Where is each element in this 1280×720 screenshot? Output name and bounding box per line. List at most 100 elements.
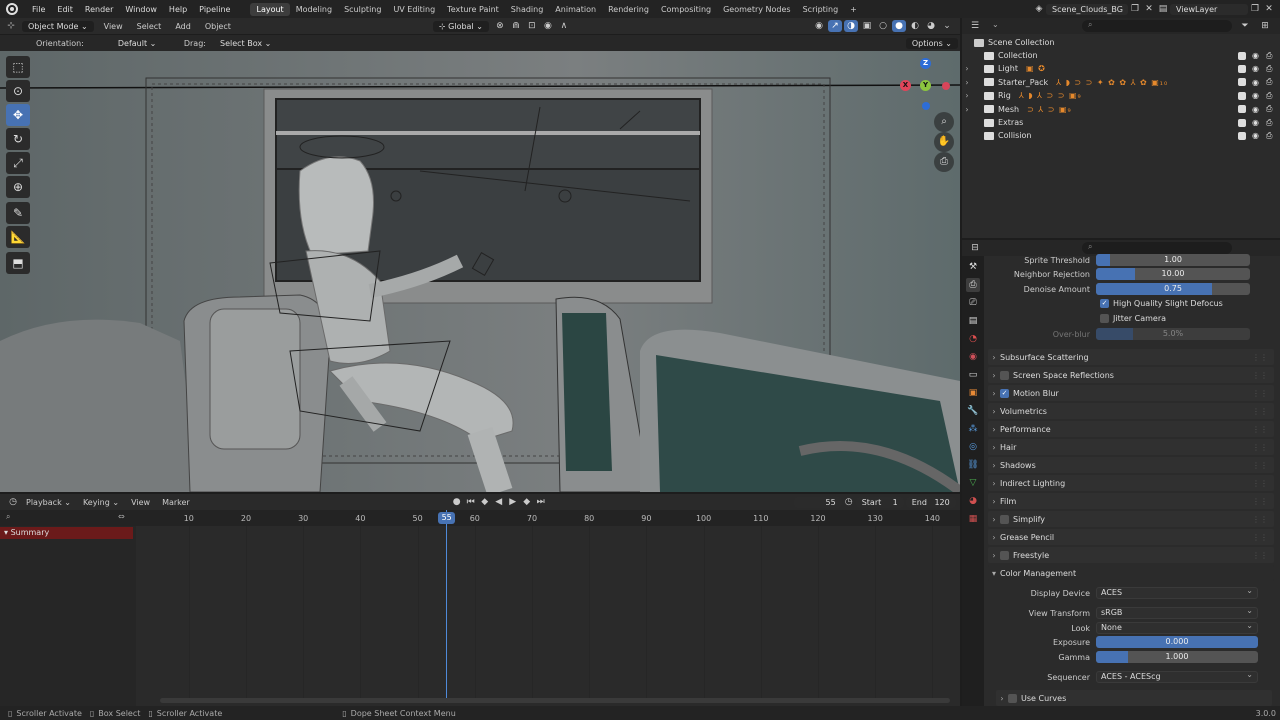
panel-indirect-lighting[interactable]: › Indirect Lighting ⋮⋮	[988, 475, 1274, 491]
panel-grip-icon[interactable]: ⋮⋮	[1252, 461, 1268, 470]
neighbor-rejection-slider[interactable]: 10.00	[1096, 268, 1250, 280]
panel-grip-icon[interactable]: ⋮⋮	[1252, 443, 1268, 452]
workspace-tab-rendering[interactable]: Rendering	[602, 3, 655, 16]
timeline-view-menu[interactable]: View	[125, 498, 156, 507]
jump-start-icon[interactable]: ⏮	[464, 496, 478, 508]
copy-scene-icon[interactable]: ❐	[1128, 3, 1142, 15]
select-box-tool-icon[interactable]: ⬚	[6, 56, 30, 78]
panel-use-curves[interactable]: › Use Curves	[996, 690, 1272, 706]
panel-screen-space-reflections[interactable]: › Screen Space Reflections ⋮⋮	[988, 367, 1274, 383]
eye-icon[interactable]: ◉	[1252, 64, 1259, 73]
panel-grip-icon[interactable]: ⋮⋮	[1252, 497, 1268, 506]
pan-hand-icon[interactable]: ✋	[934, 132, 954, 152]
gizmo-toggle-icon[interactable]: ↗	[828, 20, 842, 32]
workspace-tab-uv-editing[interactable]: UV Editing	[387, 3, 441, 16]
workspace-tab-scripting[interactable]: Scripting	[797, 3, 845, 16]
play-reverse-icon[interactable]: ◀	[492, 496, 506, 508]
shading-solid-icon[interactable]: ●	[892, 20, 906, 32]
panel-shadows[interactable]: › Shadows ⋮⋮	[988, 457, 1274, 473]
timeline-editor-icon[interactable]: ◷	[6, 496, 20, 508]
panel-color-management[interactable]: ▾ Color Management	[988, 565, 1274, 581]
editor-type-icon[interactable]: ⊹	[4, 20, 18, 32]
workspace-tab-shading[interactable]: Shading	[505, 3, 550, 16]
xray-icon[interactable]: ▣	[860, 20, 874, 32]
workspace-tab-texture-paint[interactable]: Texture Paint	[441, 3, 505, 16]
expand-arrow-icon[interactable]: ›	[962, 91, 972, 100]
rotate-tool-icon[interactable]: ↻	[6, 128, 30, 150]
panel-hair[interactable]: › Hair ⋮⋮	[988, 439, 1274, 455]
particles-tab-icon[interactable]: ⁂	[966, 422, 980, 436]
end-frame-field[interactable]: End 120	[905, 496, 956, 508]
snap-target-icon[interactable]: ⊡	[525, 20, 539, 32]
eye-icon[interactable]: ◉	[1252, 131, 1259, 140]
shading-wireframe-icon[interactable]: ○	[876, 20, 890, 32]
measure-tool-icon[interactable]: 📐	[6, 226, 30, 248]
filter-search-icon[interactable]: ⌕	[6, 512, 10, 522]
camera-render-icon[interactable]: ⎙	[1266, 118, 1272, 128]
falloff-icon[interactable]: ∧	[557, 20, 571, 32]
move-tool-icon[interactable]: ✥	[6, 104, 30, 126]
panel-simplify[interactable]: › Simplify ⋮⋮	[988, 511, 1274, 527]
eye-icon[interactable]: ◉	[1252, 78, 1259, 87]
timeline-marker-menu[interactable]: Marker	[156, 498, 196, 507]
modifiers-tab-icon[interactable]: 🔧	[966, 404, 980, 418]
dope-sheet-area[interactable]	[0, 526, 960, 706]
collection-tab-icon[interactable]: ▭	[966, 368, 980, 382]
prev-keyframe-icon[interactable]: ◆	[478, 496, 492, 508]
play-icon[interactable]: ▶	[506, 496, 520, 508]
shading-rendered-icon[interactable]: ◕	[924, 20, 938, 32]
texture-tab-icon[interactable]: ▦	[966, 512, 980, 526]
view-layer-tab-icon[interactable]: ▤	[966, 314, 980, 328]
gizmo-y-axis[interactable]: Y	[920, 80, 931, 91]
workspace-tab-layout[interactable]: Layout	[250, 2, 290, 16]
sprite-threshold-slider[interactable]: 1.00	[1096, 254, 1250, 266]
exclude-checkbox[interactable]	[1238, 64, 1246, 73]
over-blur-slider[interactable]: 5.0%	[1096, 328, 1250, 340]
timeline-scrollbar[interactable]	[160, 698, 950, 703]
exclude-checkbox[interactable]	[1238, 118, 1246, 127]
channel-resize-icon[interactable]: ⇔	[118, 512, 125, 521]
tool-tab-icon[interactable]: ⚒	[966, 260, 980, 274]
outliner-row[interactable]: Collection ◉ ⎙	[962, 49, 1280, 62]
summary-channel[interactable]: ▾ Summary	[0, 527, 133, 539]
next-keyframe-icon[interactable]: ◆	[520, 496, 534, 508]
outliner-row-scene-collection[interactable]: Scene Collection	[962, 36, 1280, 49]
workspace-tab-modeling[interactable]: Modeling	[290, 3, 338, 16]
camera-view-icon[interactable]: ⎙	[934, 152, 954, 172]
outliner-row[interactable]: › Light ▣ ✪ ◉ ⎙	[962, 62, 1280, 75]
scale-tool-icon[interactable]: ⤢	[6, 152, 30, 174]
menu-file[interactable]: File	[26, 5, 51, 14]
panel-volumetrics[interactable]: › Volumetrics ⋮⋮	[988, 403, 1274, 419]
panel-subsurface-scattering[interactable]: › Subsurface Scattering ⋮⋮	[988, 349, 1274, 365]
physics-tab-icon[interactable]: ◎	[966, 440, 980, 454]
panel-grip-icon[interactable]: ⋮⋮	[1252, 407, 1268, 416]
world-tab-icon[interactable]: ◉	[966, 350, 980, 364]
camera-render-icon[interactable]: ⎙	[1266, 104, 1272, 114]
timeline-keying-menu[interactable]: Keying ⌄	[77, 498, 125, 507]
panel-motion-blur[interactable]: › ✓ Motion Blur ⋮⋮	[988, 385, 1274, 401]
cursor-tool-icon[interactable]: ⊙	[6, 80, 30, 102]
panel-checkbox[interactable]: ✓	[1000, 388, 1009, 398]
camera-render-icon[interactable]: ⎙	[1266, 91, 1272, 101]
menu-pipeline[interactable]: Pipeline	[193, 5, 236, 14]
menu-object[interactable]: Object	[199, 22, 237, 31]
remove-scene-icon[interactable]: ✕	[1142, 3, 1156, 15]
outliner-row[interactable]: › Rig ⅄ ◗ ⅄ ⊃ ⊃ ▣₉ ◉ ⎙	[962, 89, 1280, 102]
outliner-search-input[interactable]: ⌕	[1082, 20, 1232, 32]
panel-grip-icon[interactable]: ⋮⋮	[1252, 353, 1268, 362]
options-dropdown[interactable]: Options ⌄	[905, 37, 958, 49]
high-quality-defocus-row[interactable]: ✓ High Quality Slight Defocus	[990, 296, 1270, 310]
data-tab-icon[interactable]: ▽	[966, 476, 980, 490]
transform-tool-icon[interactable]: ⊕	[6, 176, 30, 198]
pivot-icon[interactable]: ⊗	[493, 20, 507, 32]
annotate-tool-icon[interactable]: ✎	[6, 202, 30, 224]
exclude-checkbox[interactable]	[1238, 131, 1246, 140]
panel-grip-icon[interactable]: ⋮⋮	[1252, 479, 1268, 488]
panel-checkbox[interactable]	[1000, 514, 1009, 524]
output-tab-icon[interactable]: ⎚	[966, 296, 980, 310]
eye-icon[interactable]: ◉	[1252, 51, 1259, 60]
jump-end-icon[interactable]: ⏭	[534, 496, 548, 508]
outliner-row[interactable]: Collision ◉ ⎙	[962, 129, 1280, 142]
overlay-toggle-icon[interactable]: ◑	[844, 20, 858, 32]
new-collection-icon[interactable]: ⊞	[1258, 20, 1272, 32]
